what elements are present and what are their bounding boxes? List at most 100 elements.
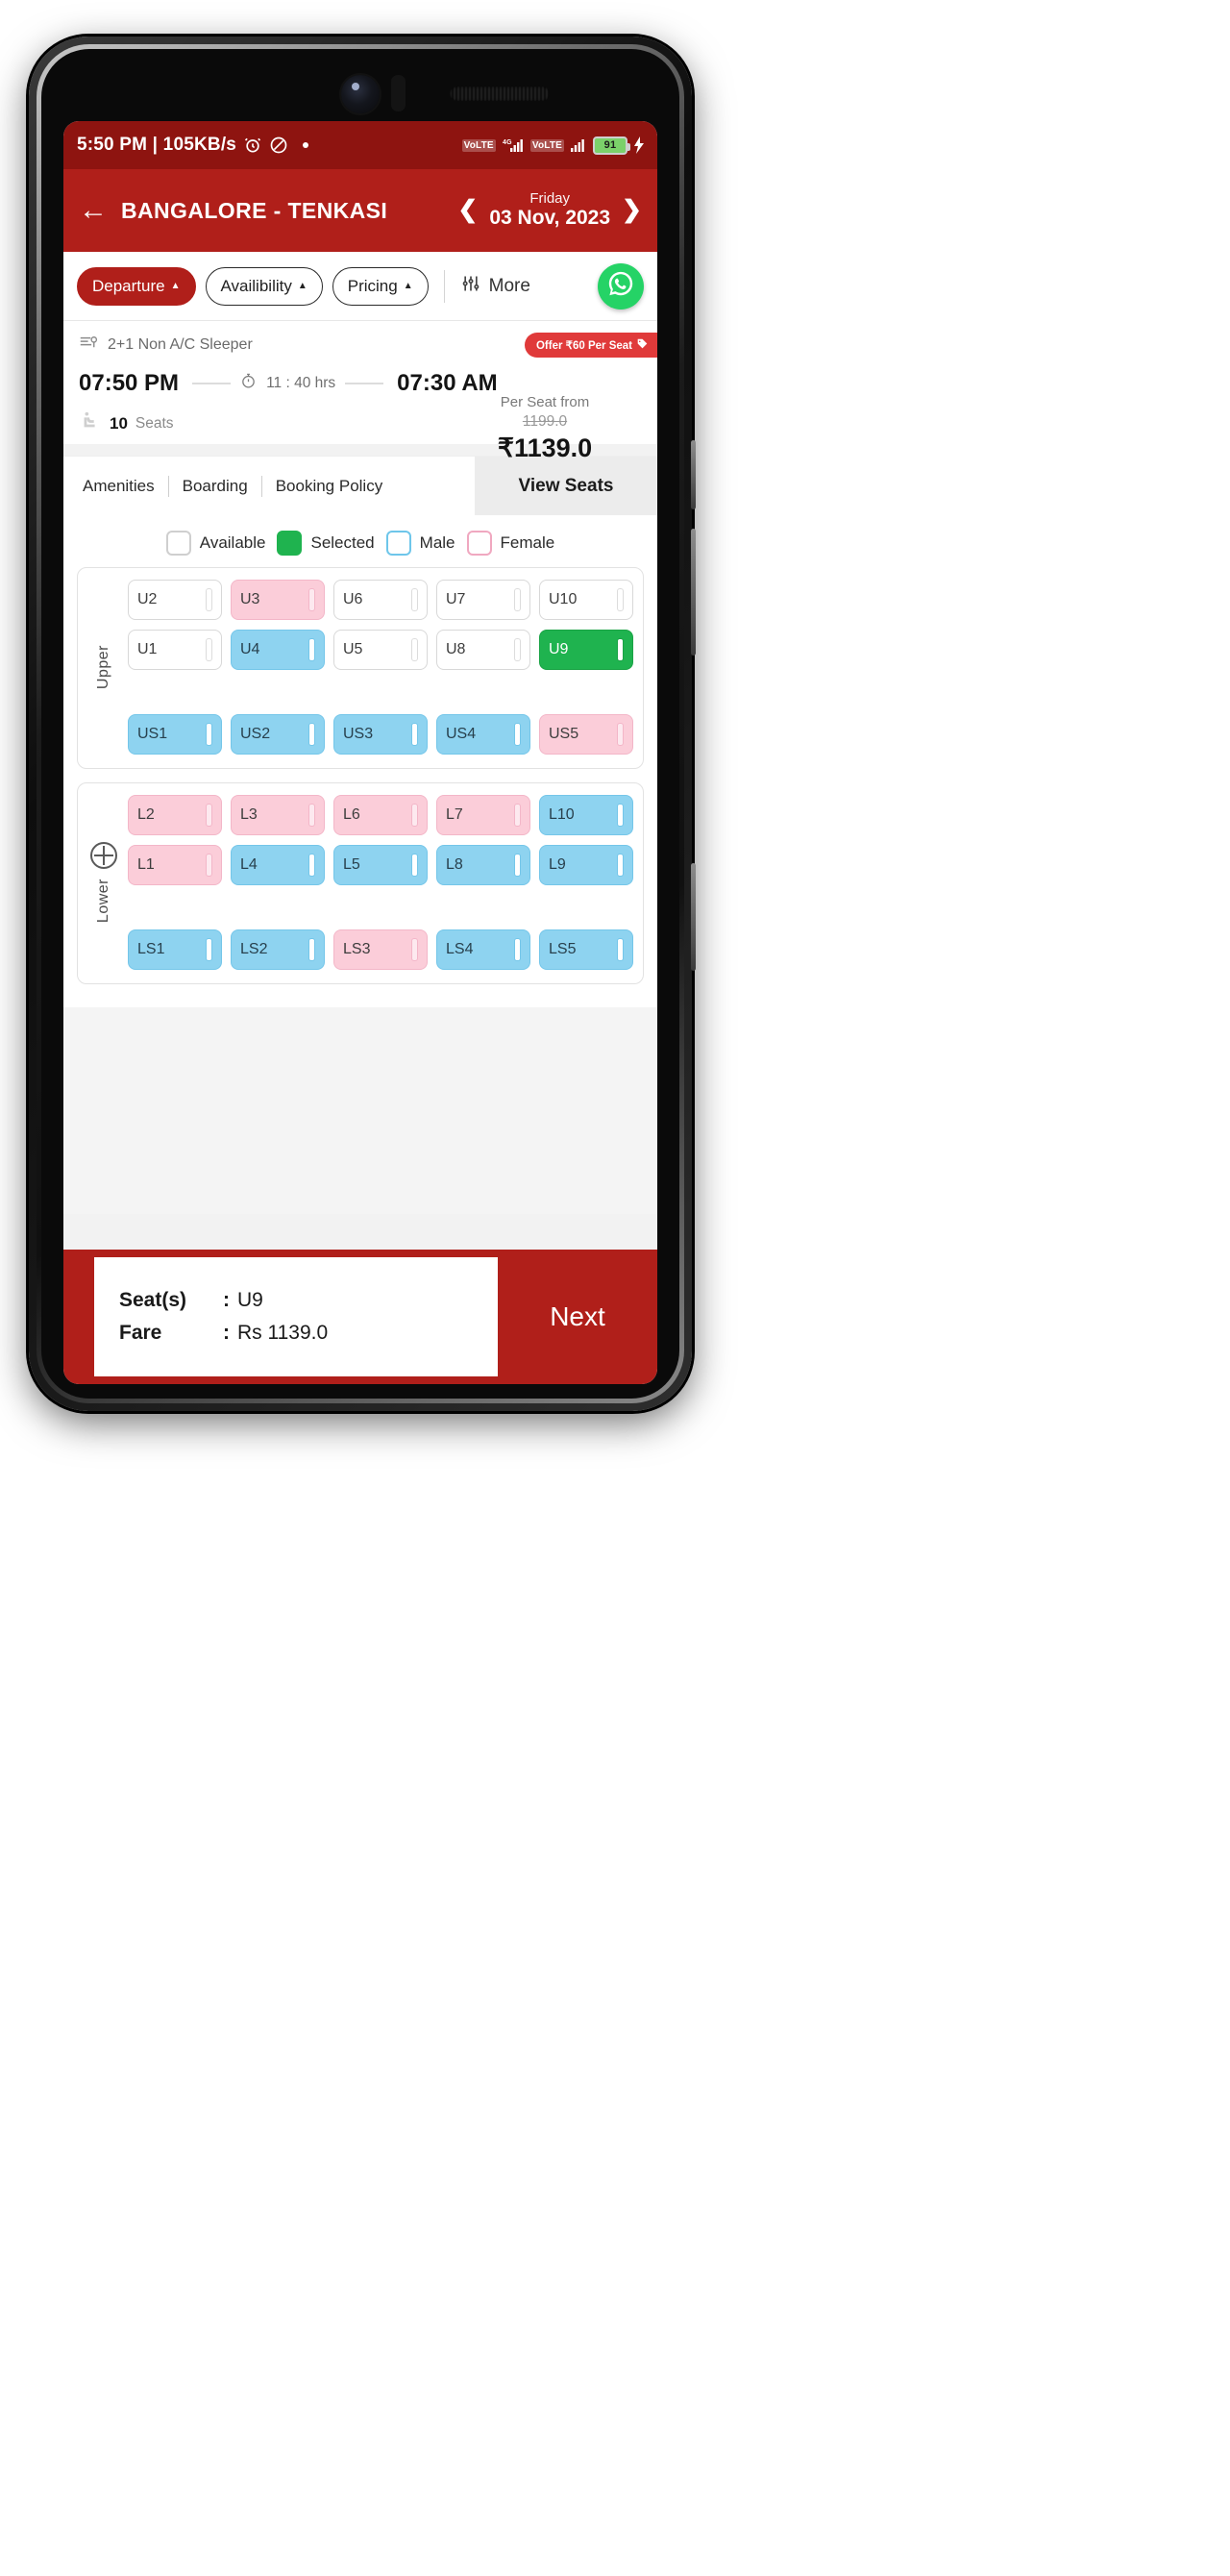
back-arrow-icon[interactable]: ← [79, 196, 108, 225]
seats-count: 10 [110, 413, 128, 433]
chevron-up-icon: ▲ [297, 281, 308, 291]
seat-US1[interactable]: US1 [128, 714, 222, 755]
seat-bar [206, 938, 212, 961]
deck-upper-grid: U2 U3 U6 U7 U10 U1 U4 U5 U8 U9 US1 US2 U… [128, 580, 633, 755]
tab-boarding[interactable]: Boarding [169, 477, 261, 496]
seat-L9[interactable]: L9 [539, 845, 633, 885]
power-button[interactable] [691, 863, 696, 971]
summary-colon: : [223, 1289, 230, 1311]
seat-US3[interactable]: US3 [333, 714, 428, 755]
seat-bar [206, 638, 212, 661]
legend-swatch-available [165, 531, 191, 556]
phone-device-frame: 5:50 PM | 105KB/s VoLTE 4G VoLTE 91 ← BA… [29, 37, 696, 1411]
seat-L5[interactable]: L5 [333, 845, 428, 885]
filter-chip-pricing-label: Pricing [347, 276, 398, 295]
legend-swatch-selected [277, 531, 303, 556]
legend-label-male: Male [419, 533, 455, 552]
seat-label: L5 [343, 856, 360, 873]
seat-bar [617, 638, 624, 661]
seat-U7[interactable]: U7 [436, 580, 530, 620]
bus-icon [79, 334, 99, 355]
filter-bar: Departure ▲ Availibility ▲ Pricing ▲ Mor… [63, 252, 657, 321]
price-current: ₹1139.0 [497, 433, 593, 462]
seat-U5[interactable]: U5 [333, 630, 428, 670]
filter-chip-availibility[interactable]: Availibility ▲ [205, 266, 323, 306]
seat-L7[interactable]: L7 [436, 795, 530, 835]
seat-LS5[interactable]: LS5 [539, 929, 633, 970]
seat-L8[interactable]: L8 [436, 845, 530, 885]
seat-U1[interactable]: U1 [128, 630, 222, 670]
seat-label: U2 [137, 591, 158, 607]
seat-U8[interactable]: U8 [436, 630, 530, 670]
selected-date[interactable]: Friday 03 Nov, 2023 [489, 190, 610, 231]
seat-U2[interactable]: U2 [128, 580, 222, 620]
deck-upper-label: Upper [95, 644, 111, 690]
seat-L6[interactable]: L6 [333, 795, 428, 835]
seat-U3[interactable]: U3 [231, 580, 325, 620]
legend-item-selected: Selected [277, 531, 375, 556]
duration-label: 11 : 40 hrs [266, 375, 336, 391]
seat-bar [514, 723, 521, 746]
seat-LS2[interactable]: LS2 [231, 929, 325, 970]
aisle-gap [128, 895, 633, 920]
seat-US4[interactable]: US4 [436, 714, 530, 755]
whatsapp-button[interactable] [598, 262, 644, 310]
seat-L1[interactable]: L1 [128, 845, 222, 885]
chevron-left-icon[interactable]: ❮ [457, 198, 478, 222]
seat-row: U2 U3 U6 U7 U10 [128, 580, 633, 620]
seat-bar [411, 588, 418, 611]
legend-label-available: Available [199, 533, 266, 552]
status-bar: 5:50 PM | 105KB/s VoLTE 4G VoLTE 91 [63, 121, 657, 169]
seat-LS1[interactable]: LS1 [128, 929, 222, 970]
signal-bars-icon-2 [571, 137, 586, 153]
seat-bar [514, 938, 521, 961]
seat-L4[interactable]: L4 [231, 845, 325, 885]
tab-amenities[interactable]: Amenities [69, 477, 168, 496]
offer-badge: Offer ₹60 Per Seat [524, 333, 657, 358]
volume-up-button[interactable] [691, 440, 696, 509]
seat-U9[interactable]: U9 [539, 630, 633, 670]
seat-label: LS4 [446, 941, 474, 957]
time-line-left [192, 383, 232, 384]
filter-chip-departure[interactable]: Departure ▲ [77, 266, 196, 306]
seat-bar [411, 804, 418, 827]
next-button[interactable]: Next [498, 1250, 657, 1384]
more-filters-label: More [488, 275, 530, 296]
summary-fare-value: Rs 1139.0 [237, 1322, 329, 1344]
seat-U6[interactable]: U6 [333, 580, 428, 620]
seat-label: L1 [137, 856, 155, 873]
seat-label: US2 [240, 726, 271, 742]
seat-US5[interactable]: US5 [539, 714, 633, 755]
filter-chip-pricing[interactable]: Pricing ▲ [332, 266, 429, 306]
seat-bar [308, 804, 315, 827]
seat-LS3[interactable]: LS3 [333, 929, 428, 970]
chevron-right-icon[interactable]: ❯ [622, 198, 642, 222]
seat-L10[interactable]: L10 [539, 795, 633, 835]
seat-bar [308, 588, 315, 611]
view-seats-button[interactable]: View Seats [475, 457, 657, 515]
seat-US2[interactable]: US2 [231, 714, 325, 755]
volume-down-button[interactable] [691, 529, 696, 656]
summary-seats-line: Seat(s) : U9 [119, 1289, 473, 1312]
seat-U10[interactable]: U10 [539, 580, 633, 620]
status-time-and-speed: 5:50 PM | 105KB/s [77, 135, 237, 155]
more-filters-button[interactable]: More [460, 274, 530, 299]
seat-L3[interactable]: L3 [231, 795, 325, 835]
alarm-clock-icon [243, 136, 262, 155]
seats-word: Seats [135, 414, 174, 432]
seat-row: LS1 LS2 LS3 LS4 LS5 [128, 929, 633, 970]
screenshot-root: 5:50 PM | 105KB/s VoLTE 4G VoLTE 91 ← BA… [0, 0, 1230, 2576]
seat-U4[interactable]: U4 [231, 630, 325, 670]
filter-chip-availibility-label: Availibility [220, 276, 292, 295]
seat-LS4[interactable]: LS4 [436, 929, 530, 970]
tab-booking-policy[interactable]: Booking Policy [262, 477, 397, 496]
svg-text:4G: 4G [503, 139, 512, 146]
seat-bar [411, 638, 418, 661]
legend-item-available: Available [165, 531, 266, 556]
seat-L2[interactable]: L2 [128, 795, 222, 835]
summary-colon: : [223, 1322, 230, 1344]
do-not-disturb-icon [269, 136, 288, 155]
status-bar-right: VoLTE 4G VoLTE 91 [461, 136, 644, 155]
duration-block: 11 : 40 hrs [192, 373, 384, 394]
filter-divider [443, 269, 445, 303]
